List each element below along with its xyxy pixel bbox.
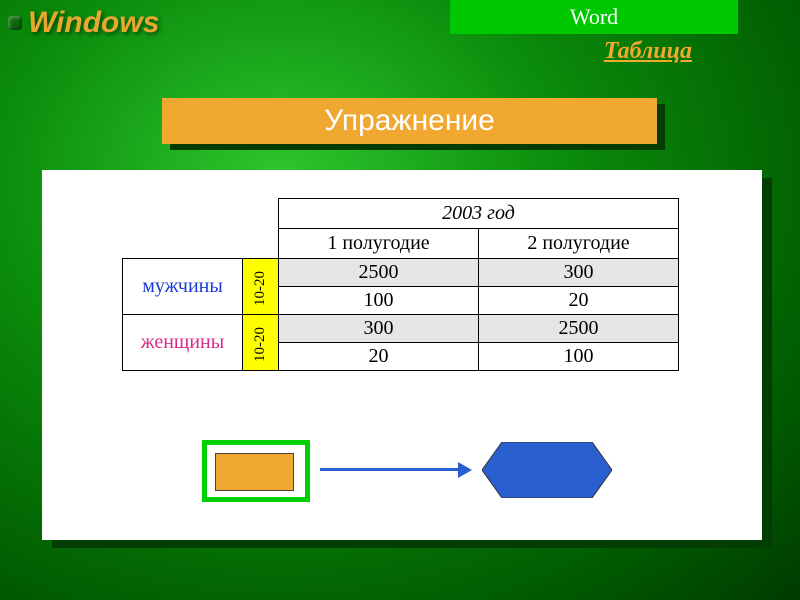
slide-bullet xyxy=(8,16,22,30)
arrow-line xyxy=(320,468,460,471)
year-header: 2003 год xyxy=(279,199,679,229)
data-table: 2003 год 1 полугодие 2 полугодие мужчины… xyxy=(122,198,679,371)
cell: 300 xyxy=(279,315,479,343)
content-sheet: 2003 год 1 полугодие 2 полугодие мужчины… xyxy=(42,170,762,540)
category-men: мужчины xyxy=(123,259,243,315)
cell: 20 xyxy=(479,287,679,315)
cell: 2500 xyxy=(279,259,479,287)
cell: 100 xyxy=(279,287,479,315)
page-title: Windows xyxy=(28,6,159,40)
cell: 300 xyxy=(479,259,679,287)
exercise-banner: Упражнение xyxy=(162,98,657,144)
cell: 2500 xyxy=(479,315,679,343)
table-link[interactable]: Таблица xyxy=(604,38,692,65)
cell: 20 xyxy=(279,343,479,371)
rectangle-outer xyxy=(202,440,310,502)
half1-header: 1 полугодие xyxy=(279,229,479,259)
rectangle-inner xyxy=(215,453,294,491)
age-women: 10-20 xyxy=(243,315,279,371)
hexagon-shape xyxy=(482,442,612,498)
word-banner: Word xyxy=(450,0,738,34)
cell: 100 xyxy=(479,343,679,371)
age-men: 10-20 xyxy=(243,259,279,315)
arrow-head-icon xyxy=(458,462,472,478)
category-women: женщины xyxy=(123,315,243,371)
shapes-diagram xyxy=(202,432,622,512)
half2-header: 2 полугодие xyxy=(479,229,679,259)
